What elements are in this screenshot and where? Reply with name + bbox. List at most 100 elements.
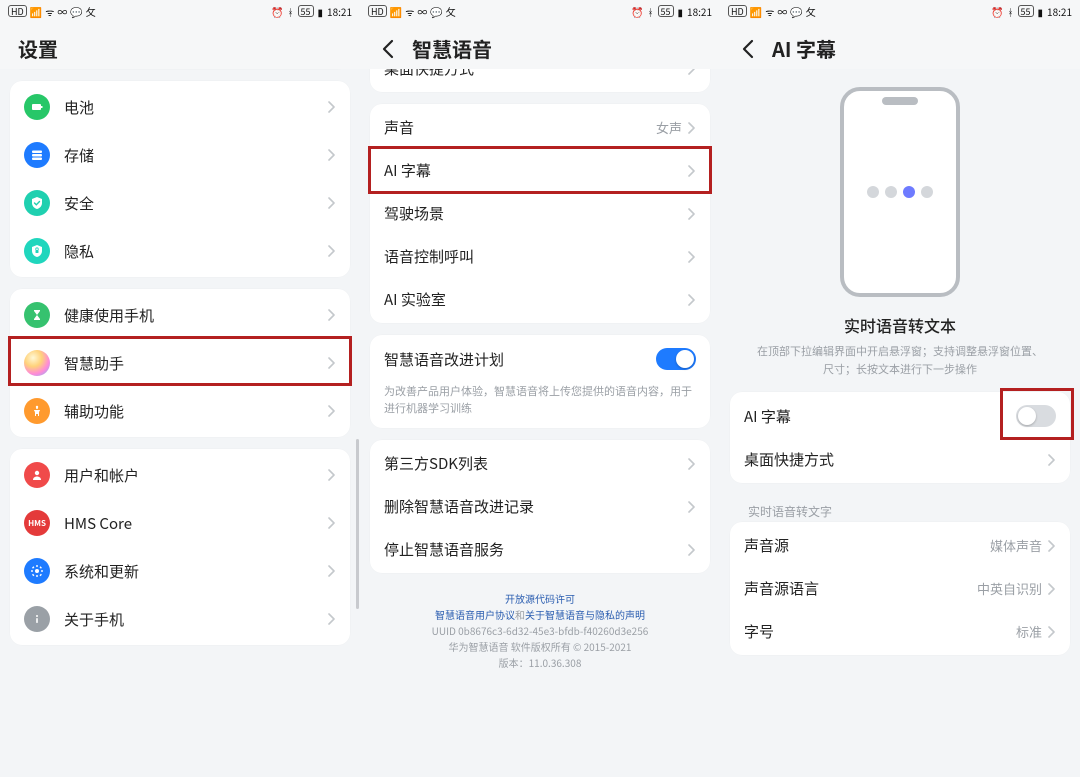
chevron-right-icon — [328, 357, 336, 369]
status-bar: HD 📶 ᯤ ∞ 💬 攵 ⏰ ᚼ 55 ▮ 18:21 — [720, 0, 1080, 22]
header: AI 字幕 — [720, 22, 1080, 69]
settings-group: AI 字幕 桌面快捷方式 — [730, 392, 1070, 483]
hourglass-icon — [24, 302, 50, 328]
hero-text: 实时语音转文本 在顶部下拉编辑界面中开启悬浮窗；支持调整悬浮窗位置、尺寸；长按文… — [730, 305, 1070, 392]
row-desktop-shortcut[interactable]: 桌面快捷方式 — [370, 69, 710, 90]
sidebar-item-system-update[interactable]: 系统和更新 — [10, 547, 350, 595]
row-font-size[interactable]: 字号 标准 — [730, 610, 1070, 653]
page-title: 设置 — [18, 34, 58, 63]
weixin-icon: 攵 — [806, 4, 816, 19]
chevron-right-icon — [688, 458, 696, 470]
status-bar: HD 📶 ᯤ ∞ 💬 攵 ⏰ ᚼ 55 ▮ 18:21 — [360, 0, 720, 22]
signal-icon: 📶 — [390, 4, 402, 19]
link-open-source[interactable]: 开放源代码许可 — [505, 591, 575, 606]
toggle-switch[interactable] — [1016, 405, 1056, 427]
row-voice-call-control[interactable]: 语音控制呼叫 — [370, 235, 710, 278]
chevron-right-icon — [688, 208, 696, 220]
hd-badge: HD — [8, 5, 27, 17]
wifi-icon: ᯤ — [405, 4, 414, 19]
toggle-switch[interactable] — [656, 348, 696, 370]
back-button[interactable] — [738, 39, 758, 59]
row-voice-gender[interactable]: 声音 女声 — [370, 106, 710, 149]
clock-text: 18:21 — [1047, 4, 1072, 19]
infinity-icon: ∞ — [417, 4, 427, 19]
weixin-icon: 攵 — [86, 4, 96, 19]
settings-group: 用户和帐户 HMS HMS Core 系统和更新 关于手机 — [10, 449, 350, 645]
chevron-right-icon — [688, 122, 696, 134]
battery-pct: 55 — [658, 5, 674, 17]
sidebar-item-storage[interactable]: 存储 — [10, 131, 350, 179]
battery-icon: ▮ — [1038, 4, 1044, 19]
row-ai-subtitle-toggle[interactable]: AI 字幕 — [730, 394, 1070, 438]
scrollbar[interactable] — [356, 439, 359, 609]
chevron-right-icon — [328, 197, 336, 209]
row-ai-lab[interactable]: AI 实验室 — [370, 278, 710, 321]
chevron-right-icon — [328, 613, 336, 625]
shield-icon — [24, 190, 50, 216]
chevron-right-icon — [688, 251, 696, 263]
chevron-right-icon — [1048, 583, 1056, 595]
chevron-right-icon — [1048, 540, 1056, 552]
info-icon — [24, 606, 50, 632]
link-privacy[interactable]: 关于智慧语音与隐私的声明 — [525, 607, 645, 622]
chevron-right-icon — [688, 501, 696, 513]
hero-desc: 在顶部下拉编辑界面中开启悬浮窗；支持调整悬浮窗位置、尺寸；长按文本进行下一步操作 — [752, 343, 1048, 378]
version-text: 版本：11.0.36.308 — [390, 655, 690, 671]
sidebar-item-privacy[interactable]: 隐私 — [10, 227, 350, 275]
chevron-right-icon — [1048, 626, 1056, 638]
chat-icon: 💬 — [430, 4, 442, 19]
row-stop-service[interactable]: 停止智慧语音服务 — [370, 528, 710, 571]
link-user-agreement[interactable]: 智慧语音用户协议 — [435, 607, 515, 622]
sidebar-item-ai-assistant[interactable]: 智慧助手 — [10, 339, 350, 387]
infinity-icon: ∞ — [777, 4, 787, 19]
sidebar-item-battery[interactable]: 电池 — [10, 83, 350, 131]
settings-group: 电池 存储 安全 隐私 — [10, 81, 350, 277]
settings-group: 声音源 媒体声音 声音源语言 中英自识别 字号 标准 — [730, 522, 1070, 655]
battery-pct: 55 — [1018, 5, 1034, 17]
storage-icon — [24, 142, 50, 168]
sidebar-item-hms-core[interactable]: HMS HMS Core — [10, 499, 350, 547]
sidebar-item-digital-balance[interactable]: 健康使用手机 — [10, 291, 350, 339]
hd-badge: HD — [728, 5, 747, 17]
row-ai-subtitle[interactable]: AI 字幕 — [370, 149, 710, 192]
chevron-right-icon — [328, 101, 336, 113]
row-driving-mode[interactable]: 驾驶场景 — [370, 192, 710, 235]
content[interactable]: 实时语音转文本 在顶部下拉编辑界面中开启悬浮窗；支持调整悬浮窗位置、尺寸；长按文… — [720, 69, 1080, 777]
chevron-right-icon — [328, 149, 336, 161]
infinity-icon: ∞ — [57, 4, 67, 19]
wifi-icon: ᯤ — [765, 4, 774, 19]
hero-title: 实时语音转文本 — [752, 313, 1048, 337]
accessibility-icon — [24, 398, 50, 424]
settings-group: 健康使用手机 智慧助手 辅助功能 — [10, 289, 350, 437]
sidebar-item-security[interactable]: 安全 — [10, 179, 350, 227]
status-bar: HD 📶 ᯤ ∞ 💬 攵 ⏰ ᚼ 55 ▮ 18:21 — [0, 0, 360, 22]
sidebar-item-about[interactable]: 关于手机 — [10, 595, 350, 643]
row-improvement-plan[interactable]: 智慧语音改进计划 — [370, 337, 710, 381]
privacy-icon — [24, 238, 50, 264]
settings-group: 声音 女声 AI 字幕 驾驶场景 语音控制呼叫 AI 实验室 — [370, 104, 710, 323]
hd-badge: HD — [368, 5, 387, 17]
chat-icon: 💬 — [790, 4, 802, 19]
settings-list[interactable]: 电池 存储 安全 隐私 — [0, 69, 360, 777]
sidebar-item-users[interactable]: 用户和帐户 — [10, 451, 350, 499]
row-desktop-shortcut[interactable]: 桌面快捷方式 — [730, 438, 1070, 481]
header: 智慧语音 — [360, 22, 720, 69]
back-button[interactable] — [378, 39, 398, 59]
clock-text: 18:21 — [327, 4, 352, 19]
gear-icon — [24, 558, 50, 584]
row-sound-source[interactable]: 声音源 媒体声音 — [730, 524, 1070, 567]
footer-links: 开放源代码许可 智慧语音用户协议和关于智慧语音与隐私的声明 UUID 0b867… — [370, 585, 710, 681]
section-label: 实时语音转文字 — [730, 495, 1070, 522]
row-sdk-list[interactable]: 第三方SDK列表 — [370, 442, 710, 485]
bluetooth-icon: ᚼ — [1008, 4, 1014, 19]
row-sound-language[interactable]: 声音源语言 中英自识别 — [730, 567, 1070, 610]
hint-text: 为改善产品用户体验，智慧语音将上传您提供的语音内容，用于进行机器学习训练 — [370, 381, 710, 426]
sidebar-item-accessibility[interactable]: 辅助功能 — [10, 387, 350, 435]
battery-icon: ▮ — [318, 4, 324, 19]
wifi-icon: ᯤ — [45, 4, 54, 19]
row-delete-records[interactable]: 删除智慧语音改进记录 — [370, 485, 710, 528]
settings-list[interactable]: 桌面快捷方式 声音 女声 AI 字幕 驾驶场景 语音控制呼叫 — [360, 69, 720, 777]
alarm-icon: ⏰ — [271, 4, 283, 19]
user-icon — [24, 462, 50, 488]
alarm-icon: ⏰ — [631, 4, 643, 19]
